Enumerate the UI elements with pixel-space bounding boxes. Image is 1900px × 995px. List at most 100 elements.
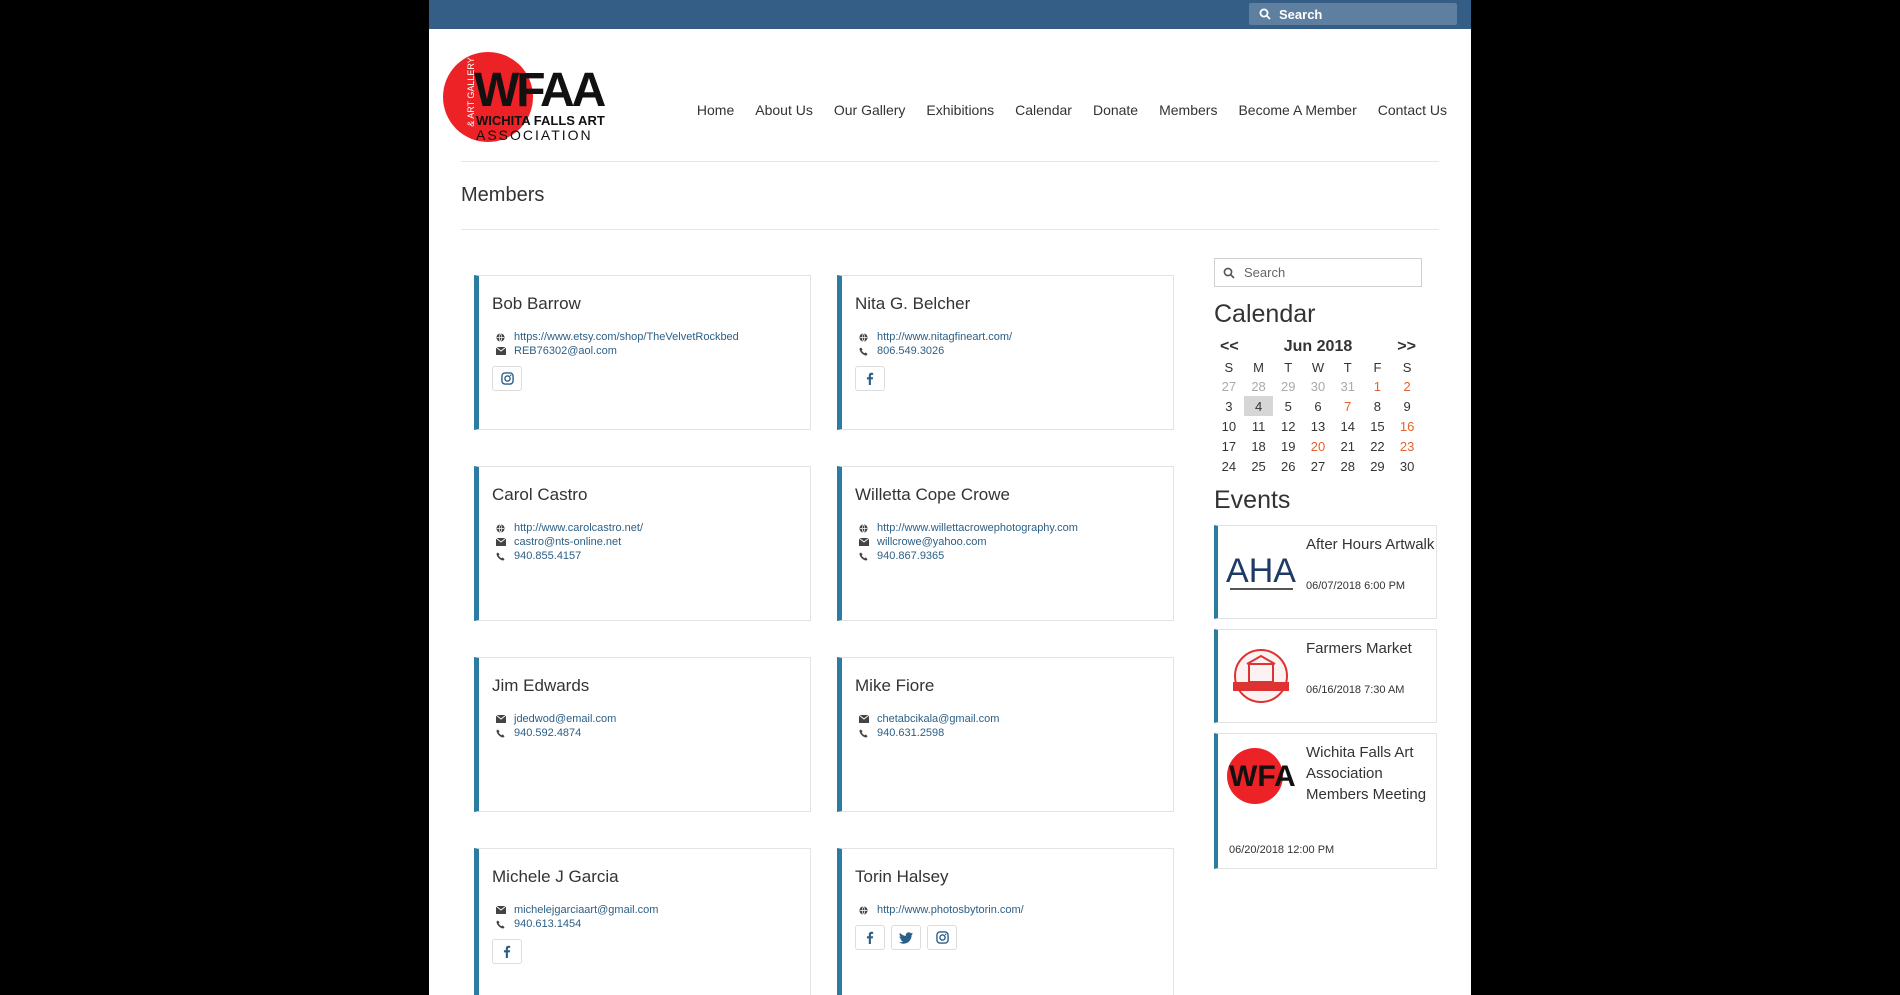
nav-members[interactable]: Members: [1159, 102, 1217, 118]
nav-donate[interactable]: Donate: [1093, 102, 1138, 118]
calendar-day[interactable]: 7: [1333, 396, 1363, 416]
calendar-day: 31: [1340, 378, 1355, 394]
event-date: 06/20/2018 12:00 PM: [1229, 844, 1335, 856]
member-card: Mike Fiore chetabcikala@gmail.com 940.631.…: [837, 657, 1174, 812]
twitter-button[interactable]: [891, 925, 921, 950]
calendar-day[interactable]: 20: [1303, 436, 1333, 456]
instagram-button[interactable]: [927, 925, 957, 950]
sidebar-search-input[interactable]: Search: [1214, 258, 1422, 287]
instagram-button[interactable]: [492, 366, 522, 391]
member-contact-text[interactable]: http://www.nitagfineart.com/: [877, 331, 1012, 343]
member-contact-line[interactable]: castro@nts-online.net: [496, 535, 643, 549]
member-socials: [855, 366, 885, 391]
calendar-prev-button[interactable]: <<: [1220, 338, 1239, 356]
member-contact-line[interactable]: chetabcikala@gmail.com: [859, 712, 999, 726]
nav-exhibitions[interactable]: Exhibitions: [926, 102, 994, 118]
member-card: Willetta Cope Crowe http://www.willettacr…: [837, 466, 1174, 621]
nav-contact-us[interactable]: Contact Us: [1378, 102, 1447, 118]
facebook-icon: [866, 372, 874, 385]
calendar-month: Jun 2018: [1283, 338, 1353, 355]
phone-icon: [859, 551, 877, 561]
event-title[interactable]: Wichita Falls Art Association Members Me…: [1306, 734, 1436, 805]
member-name: Nita G. Belcher: [855, 294, 971, 313]
calendar-dow: T: [1284, 359, 1293, 375]
calendar-next-button[interactable]: >>: [1397, 338, 1416, 356]
calendar-day[interactable]: 2: [1392, 376, 1422, 396]
member-contact-line[interactable]: http://www.willettacrowephotography.com: [859, 521, 1078, 535]
member-contact-text[interactable]: 940.855.4157: [514, 550, 581, 562]
member-contact-line[interactable]: 940.592.4874: [496, 726, 616, 740]
calendar-day: 15: [1370, 418, 1385, 434]
event-title[interactable]: After Hours Artwalk: [1306, 526, 1436, 555]
calendar-day: 24: [1221, 458, 1237, 474]
event-thumbnail: AHA: [1225, 542, 1298, 602]
member-contact-text[interactable]: 940.867.9365: [877, 550, 944, 562]
nav-become-a-member[interactable]: Become A Member: [1238, 102, 1356, 118]
member-contact-line[interactable]: https://www.etsy.com/shop/TheVelvetRockb…: [496, 330, 739, 344]
member-contact-line[interactable]: 940.631.2598: [859, 726, 999, 740]
member-contact-text[interactable]: 940.631.2598: [877, 727, 944, 739]
calendar-day: 26: [1281, 458, 1296, 474]
member-contact: http://www.photosbytorin.com/: [859, 903, 1024, 917]
header: WFAA WICHITA FALLS ART ASSOCIATION & ART…: [429, 29, 1471, 161]
member-contact-line[interactable]: willcrowe@yahoo.com: [859, 535, 1078, 549]
svg-text:AHA: AHA: [1226, 552, 1296, 590]
member-contact: http://www.carolcastro.net/castro@nts-on…: [496, 521, 643, 563]
event-item[interactable]: AHA After Hours Artwalk 06/07/2018 6:00 PM: [1214, 525, 1437, 619]
member-contact-text[interactable]: jdedwod@email.com: [514, 713, 616, 725]
member-contact-line[interactable]: jdedwod@email.com: [496, 712, 616, 726]
member-contact-line[interactable]: 940.613.1454: [496, 917, 658, 931]
top-search-input[interactable]: Search: [1249, 3, 1457, 25]
event-item[interactable]: Farmers Market 06/16/2018 7:30 AM: [1214, 629, 1437, 723]
member-name: Jim Edwards: [492, 676, 590, 695]
nav-about-us[interactable]: About Us: [755, 102, 813, 118]
site-logo[interactable]: WFAA WICHITA FALLS ART ASSOCIATION & ART…: [442, 47, 606, 147]
calendar-dow: S: [1402, 359, 1412, 375]
calendar-day: 6: [1314, 398, 1322, 414]
member-contact-text[interactable]: http://www.willettacrowephotography.com: [877, 522, 1078, 534]
calendar-day: 13: [1310, 418, 1326, 434]
member-contact-text[interactable]: willcrowe@yahoo.com: [877, 536, 987, 548]
calendar-dow: M: [1253, 359, 1264, 375]
calendar-dow: T: [1343, 359, 1352, 375]
member-contact-text[interactable]: http://www.photosbytorin.com/: [877, 904, 1024, 916]
calendar-day: 30: [1310, 378, 1326, 394]
calendar-day[interactable]: 16: [1392, 416, 1422, 436]
facebook-icon: [503, 945, 511, 958]
events-title: Events: [1214, 486, 1291, 514]
member-contact-line[interactable]: michelejgarciaart@gmail.com: [496, 903, 658, 917]
calendar-day[interactable]: 1: [1363, 376, 1393, 396]
member-card: Nita G. Belcher http://www.nitagfineart.c…: [837, 275, 1174, 430]
member-contact-line[interactable]: http://www.carolcastro.net/: [496, 521, 643, 535]
member-contact-text[interactable]: chetabcikala@gmail.com: [877, 713, 999, 725]
member-contact-line[interactable]: 806.549.3026: [859, 344, 1012, 358]
calendar-day: 28: [1251, 378, 1266, 394]
facebook-button[interactable]: [855, 366, 885, 391]
calendar-day[interactable]: 23: [1392, 436, 1422, 456]
nav-calendar[interactable]: Calendar: [1015, 102, 1072, 118]
event-item[interactable]: WFA Wichita Falls Art Association Members…: [1214, 733, 1437, 869]
member-contact: https://www.etsy.com/shop/TheVelvetRockb…: [496, 330, 739, 358]
member-contact-line[interactable]: REB76302@aol.com: [496, 344, 739, 358]
member-contact-text[interactable]: 806.549.3026: [877, 345, 944, 357]
member-contact-line[interactable]: http://www.nitagfineart.com/: [859, 330, 1012, 344]
page: Search WFAA WICHITA FALLS ART ASSOCIATIO…: [429, 0, 1471, 995]
member-contact-text[interactable]: https://www.etsy.com/shop/TheVelvetRockb…: [514, 331, 739, 343]
event-title[interactable]: Farmers Market: [1306, 630, 1436, 659]
member-contact-text[interactable]: http://www.carolcastro.net/: [514, 522, 643, 534]
member-card: Carol Castro http://www.carolcastro.net/c…: [474, 466, 811, 621]
member-contact-line[interactable]: 940.855.4157: [496, 549, 643, 563]
member-contact-line[interactable]: http://www.photosbytorin.com/: [859, 903, 1024, 917]
events-list: AHA After Hours Artwalk 06/07/2018 6:00 PM…: [1214, 525, 1439, 869]
facebook-button[interactable]: [492, 939, 522, 964]
logo-vertical-text: & ART GALLERY: [465, 57, 476, 127]
member-contact-text[interactable]: castro@nts-online.net: [514, 536, 621, 548]
member-contact-text[interactable]: michelejgarciaart@gmail.com: [514, 904, 658, 916]
member-contact-text[interactable]: 940.592.4874: [514, 727, 581, 739]
member-contact-text[interactable]: 940.613.1454: [514, 918, 581, 930]
nav-our-gallery[interactable]: Our Gallery: [834, 102, 906, 118]
facebook-button[interactable]: [855, 925, 885, 950]
nav-home[interactable]: Home: [697, 102, 734, 118]
member-contact-text[interactable]: REB76302@aol.com: [514, 345, 617, 357]
member-contact-line[interactable]: 940.867.9365: [859, 549, 1078, 563]
